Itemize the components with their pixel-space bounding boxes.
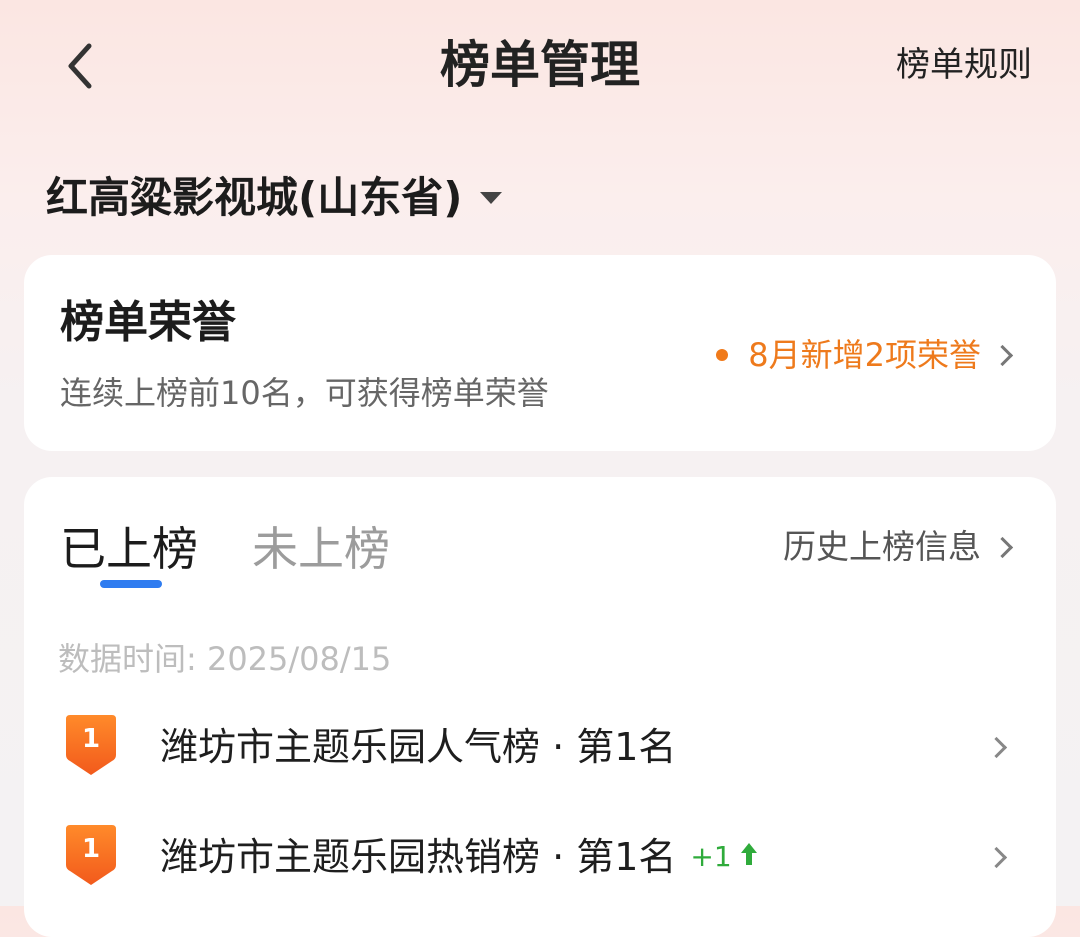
honor-title: 榜单荣誉: [60, 297, 236, 348]
list-item[interactable]: 1 潍坊市主题乐园热销榜 · 第1名 +1: [24, 812, 1056, 902]
rank-badge: 1: [62, 715, 120, 779]
honor-new-text: 8月新增2项荣誉: [748, 336, 981, 374]
chevron-right-icon: [991, 344, 1014, 366]
chevron-right-icon: [985, 736, 1008, 759]
honor-subtitle: 连续上榜前10名，可获得榜单荣誉: [60, 374, 549, 412]
tab-not-listed[interactable]: 未上榜: [252, 517, 390, 581]
history-link-label: 历史上榜信息: [783, 527, 981, 566]
active-tab-indicator: [100, 580, 162, 588]
location-selector[interactable]: 红高粱影视城(山东省): [46, 168, 503, 228]
caret-down-icon: [480, 192, 503, 204]
tab-listed[interactable]: 已上榜: [60, 517, 198, 581]
rank-change-value: +1: [690, 840, 732, 873]
data-time: 数据时间: 2025/08/15: [58, 640, 392, 678]
rank-item-text: 潍坊市主题乐园人气榜 · 第1名: [160, 725, 677, 769]
rank-item-text: 潍坊市主题乐园热销榜 · 第1名: [160, 835, 677, 879]
chevron-right-icon: [985, 846, 1008, 869]
ranking-rules-link[interactable]: 榜单规则: [896, 40, 1032, 90]
history-ranking-link[interactable]: 历史上榜信息: [783, 521, 1014, 573]
honor-new-notice[interactable]: 8月新增2项荣誉: [716, 333, 1014, 377]
ranking-card: 已上榜 未上榜 历史上榜信息 数据时间: 2025/08/15 1 潍坊市主题乐…: [24, 477, 1056, 937]
rank-badge-number: 1: [81, 724, 101, 754]
location-name: 红高粱影视城(山东省): [46, 173, 463, 222]
rank-badge-number: 1: [81, 834, 101, 864]
rank-badge: 1: [62, 825, 120, 889]
chevron-right-icon: [991, 536, 1014, 558]
rank-change: +1: [690, 831, 757, 883]
list-item[interactable]: 1 潍坊市主题乐园人气榜 · 第1名: [24, 702, 1056, 792]
honor-card: 榜单荣誉 连续上榜前10名，可获得榜单荣誉 8月新增2项荣誉: [24, 255, 1056, 451]
arrow-up-icon: [740, 831, 758, 883]
notice-dot-icon: [716, 349, 729, 361]
